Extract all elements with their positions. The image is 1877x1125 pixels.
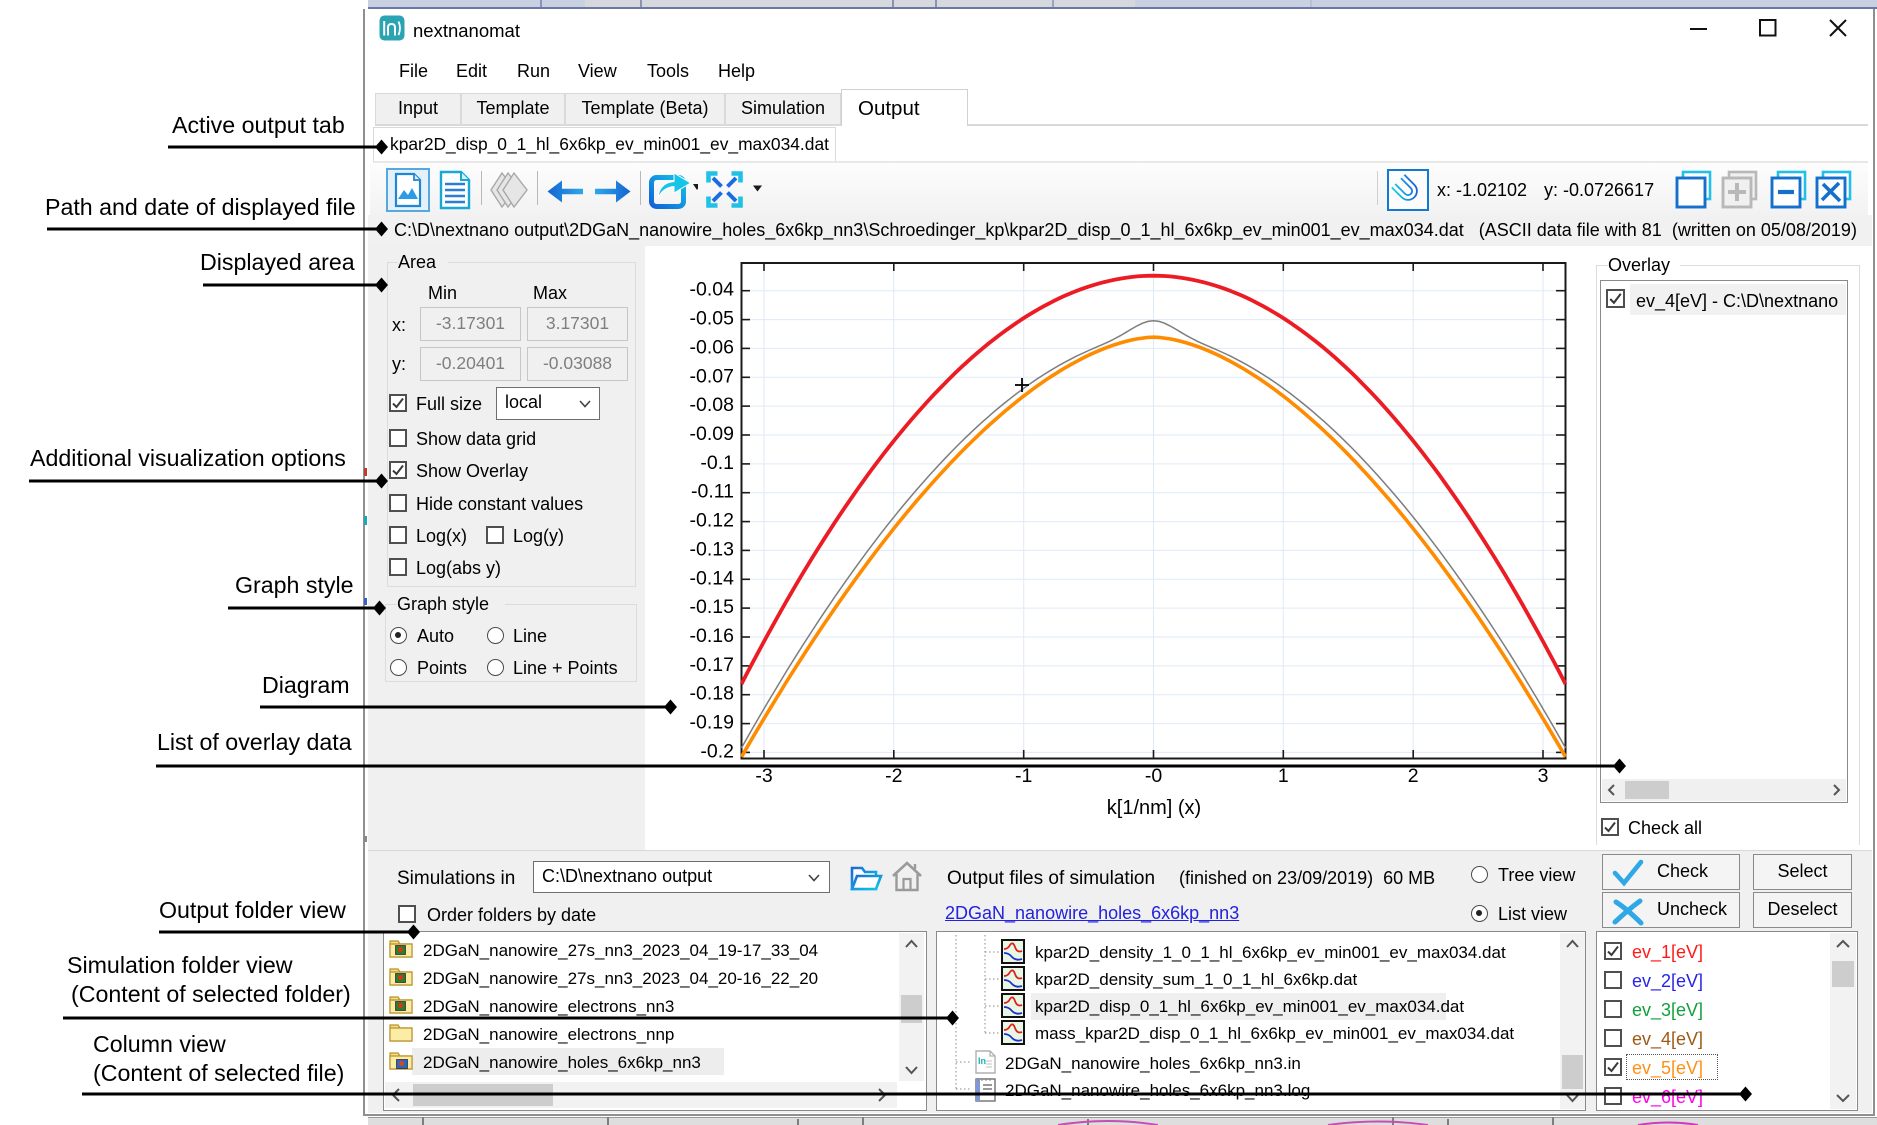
svg-text:-0.06: -0.06 (690, 336, 734, 358)
svg-text:1: 1 (1278, 765, 1289, 787)
svg-text:-0.1: -0.1 (700, 452, 734, 474)
svg-text:-0: -0 (1145, 765, 1162, 787)
svg-text:-0.07: -0.07 (690, 365, 734, 387)
svg-text:-0.05: -0.05 (690, 308, 735, 330)
svg-text:2: 2 (1408, 765, 1419, 787)
svg-text:-0.13: -0.13 (690, 538, 734, 560)
svg-text:k[1/nm] (x): k[1/nm] (x) (1107, 797, 1201, 819)
svg-text:-0.2: -0.2 (700, 740, 734, 762)
svg-text:-0.16: -0.16 (690, 625, 734, 647)
svg-text:3: 3 (1538, 765, 1549, 787)
svg-text:-0.09: -0.09 (690, 423, 734, 445)
svg-text:-0.18: -0.18 (690, 683, 734, 705)
svg-text:-0.15: -0.15 (690, 596, 735, 618)
svg-text:-3: -3 (755, 765, 772, 787)
svg-text:-0.12: -0.12 (690, 510, 734, 532)
svg-text:In: In (978, 1056, 986, 1066)
svg-text:-0.08: -0.08 (690, 394, 734, 416)
svg-text:-0.17: -0.17 (690, 654, 734, 676)
svg-text:-0.04: -0.04 (690, 279, 735, 301)
svg-text:-0.11: -0.11 (691, 481, 734, 503)
svg-text:-2: -2 (885, 765, 902, 787)
svg-text:-0.19: -0.19 (690, 712, 734, 734)
svg-text:-1: -1 (1015, 765, 1032, 787)
svg-text:-0.14: -0.14 (690, 567, 735, 589)
